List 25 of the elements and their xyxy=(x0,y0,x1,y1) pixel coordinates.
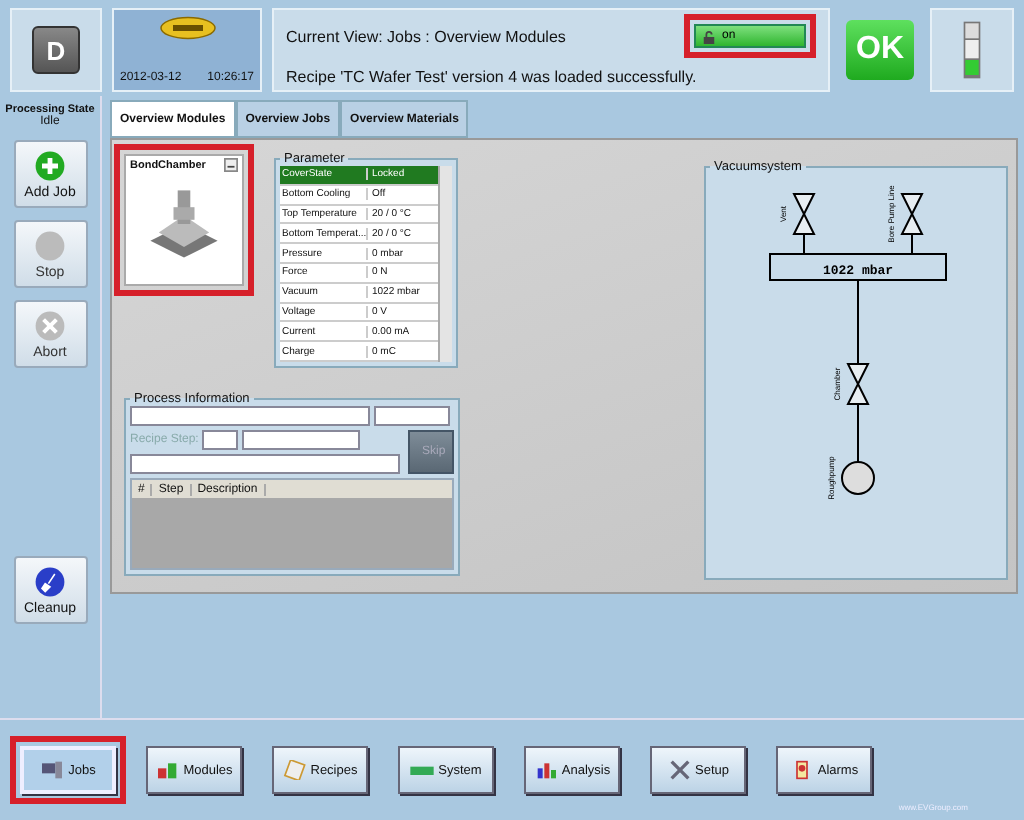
scrollbar[interactable] xyxy=(438,166,452,362)
close-icon xyxy=(34,309,66,341)
valve-icon xyxy=(792,193,816,255)
input-field[interactable] xyxy=(130,454,400,474)
blocks-icon xyxy=(155,760,180,780)
input-field[interactable] xyxy=(374,406,450,426)
document-icon xyxy=(282,760,307,780)
bar-chart-icon xyxy=(533,760,558,780)
signal-tower-icon xyxy=(962,16,982,84)
status-message: Recipe 'TC Wafer Test' version 4 was loaded successfully. xyxy=(286,67,699,86)
broom-icon xyxy=(34,565,66,597)
current-view-text: Current View: Jobs : Overview Modules xyxy=(286,27,566,46)
lock-icon xyxy=(702,29,716,44)
mode-key-button[interactable]: D xyxy=(32,26,80,74)
plus-icon xyxy=(34,149,66,181)
logo-icon xyxy=(157,16,217,40)
input-field[interactable] xyxy=(242,430,361,450)
stop-icon xyxy=(34,229,66,261)
tools-icon xyxy=(667,760,691,780)
status-indicator: OK xyxy=(846,20,914,80)
input-field[interactable] xyxy=(202,430,239,450)
minimize-icon[interactable] xyxy=(224,158,238,172)
input-field[interactable] xyxy=(130,406,370,426)
valve-icon xyxy=(900,193,924,255)
computer-icon xyxy=(40,760,65,780)
